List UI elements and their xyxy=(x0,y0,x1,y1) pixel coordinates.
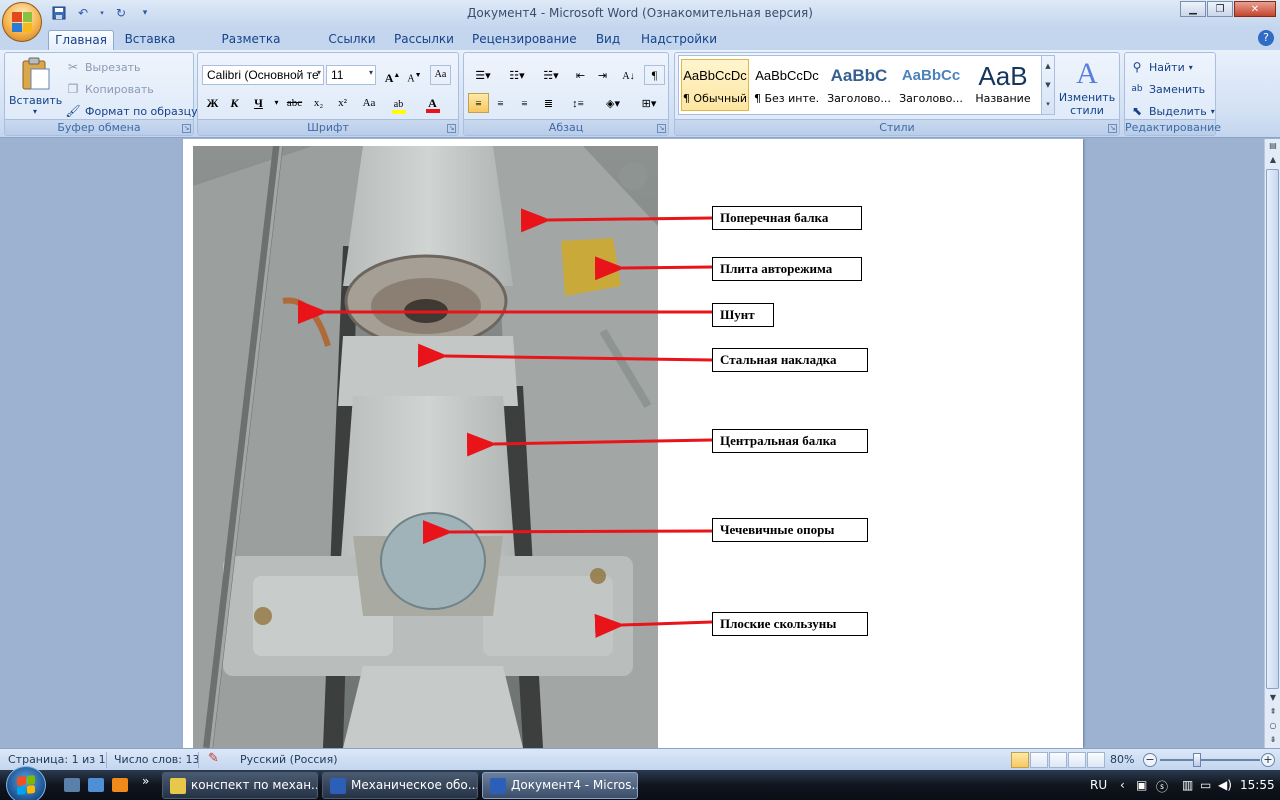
device-icon[interactable]: ▥ xyxy=(1182,778,1193,792)
zoom-out-icon[interactable]: − xyxy=(1143,753,1157,767)
scroll-thumb[interactable] xyxy=(1266,169,1279,689)
task-button-konspekt[interactable]: конспект по механ... xyxy=(162,772,318,799)
status-bar: Страница: 1 из 1 Число слов: 13 ✎ Русски… xyxy=(0,748,1280,770)
callout-auto-mode-plate[interactable]: Плита авторежима xyxy=(712,257,862,281)
callout-shunt[interactable]: Шунт xyxy=(712,303,774,327)
word-icon xyxy=(490,778,506,794)
task-label: Документ4 - Micros... xyxy=(511,778,638,792)
zoom-level[interactable]: 80% xyxy=(1110,753,1134,766)
arrow-steel-plate xyxy=(417,343,713,368)
callout-steel-plate[interactable]: Стальная накладка xyxy=(712,348,868,372)
divider xyxy=(106,752,107,768)
scroll-up-icon[interactable]: ▲ xyxy=(1265,153,1280,167)
vertical-scrollbar[interactable]: ▤ ▲ ▼ ⇞ ○ ⇟ xyxy=(1264,139,1280,748)
task-label: конспект по механ... xyxy=(191,778,318,792)
proofing-icon[interactable]: ✎ xyxy=(208,751,219,766)
callout-flat-sliders[interactable]: Плоские скользуны xyxy=(712,612,868,636)
taskbar: » конспект по механ... Механическое обо.… xyxy=(0,766,1280,800)
language-indicator[interactable]: Русский (Россия) xyxy=(240,753,338,766)
arrow-central-beam xyxy=(466,432,713,457)
prev-page-icon[interactable]: ⇞ xyxy=(1265,705,1280,719)
callout-lens-supports[interactable]: Чечевичные опоры xyxy=(712,518,868,542)
network-icon[interactable]: ▣ xyxy=(1136,778,1147,792)
office-logo-icon xyxy=(12,12,32,32)
media-player-icon[interactable] xyxy=(112,778,128,792)
scroll-down-icon[interactable]: ▼ xyxy=(1265,691,1280,705)
arrow-flat-sliders xyxy=(594,613,713,638)
quicklaunch-more-icon[interactable]: » xyxy=(142,774,149,788)
next-page-icon[interactable]: ⇟ xyxy=(1265,733,1280,747)
skype-icon[interactable]: ⓢ xyxy=(1156,778,1168,795)
print-layout-view-icon[interactable] xyxy=(1011,752,1029,768)
word-count[interactable]: Число слов: 13 xyxy=(114,753,200,766)
word-icon xyxy=(330,778,346,794)
document-icon xyxy=(170,778,186,794)
zoom-slider-track[interactable] xyxy=(1160,759,1260,761)
start-button[interactable] xyxy=(6,766,46,800)
zoom-slider-thumb[interactable] xyxy=(1193,753,1201,767)
outline-view-icon[interactable] xyxy=(1068,752,1086,768)
tray-expand-icon[interactable]: ‹ xyxy=(1120,778,1125,792)
clock[interactable]: 15:55 xyxy=(1240,778,1275,792)
language-bar[interactable]: RU xyxy=(1090,778,1107,792)
callout-arrows xyxy=(298,208,713,638)
ruler-toggle-icon[interactable]: ▤ xyxy=(1265,139,1280,153)
task-label: Механическое обо... xyxy=(351,778,478,792)
zoom-in-icon[interactable]: + xyxy=(1261,753,1275,767)
arrow-cross-beam xyxy=(520,208,713,233)
arrow-auto-mode-plate xyxy=(594,256,713,281)
office-button[interactable] xyxy=(2,2,42,42)
task-button-mechanical[interactable]: Механическое обо... xyxy=(322,772,478,799)
windows-logo-icon xyxy=(17,775,35,795)
monitor-icon[interactable]: ▭ xyxy=(1200,778,1211,792)
task-button-document4[interactable]: Документ4 - Micros... xyxy=(482,772,638,799)
draft-view-icon[interactable] xyxy=(1087,752,1105,768)
full-screen-view-icon[interactable] xyxy=(1030,752,1048,768)
arrow-lens-supports xyxy=(422,520,713,545)
divider xyxy=(198,752,199,768)
window-switch-icon[interactable] xyxy=(88,778,104,792)
callout-cross-beam[interactable]: Поперечная балка xyxy=(712,206,862,230)
callout-central-beam[interactable]: Центральная балка xyxy=(712,429,868,453)
volume-icon[interactable]: ◀) xyxy=(1218,778,1232,792)
show-desktop-icon[interactable] xyxy=(64,778,80,792)
web-layout-view-icon[interactable] xyxy=(1049,752,1067,768)
browse-object-icon[interactable]: ○ xyxy=(1265,719,1280,733)
page-count[interactable]: Страница: 1 из 1 xyxy=(8,753,106,766)
